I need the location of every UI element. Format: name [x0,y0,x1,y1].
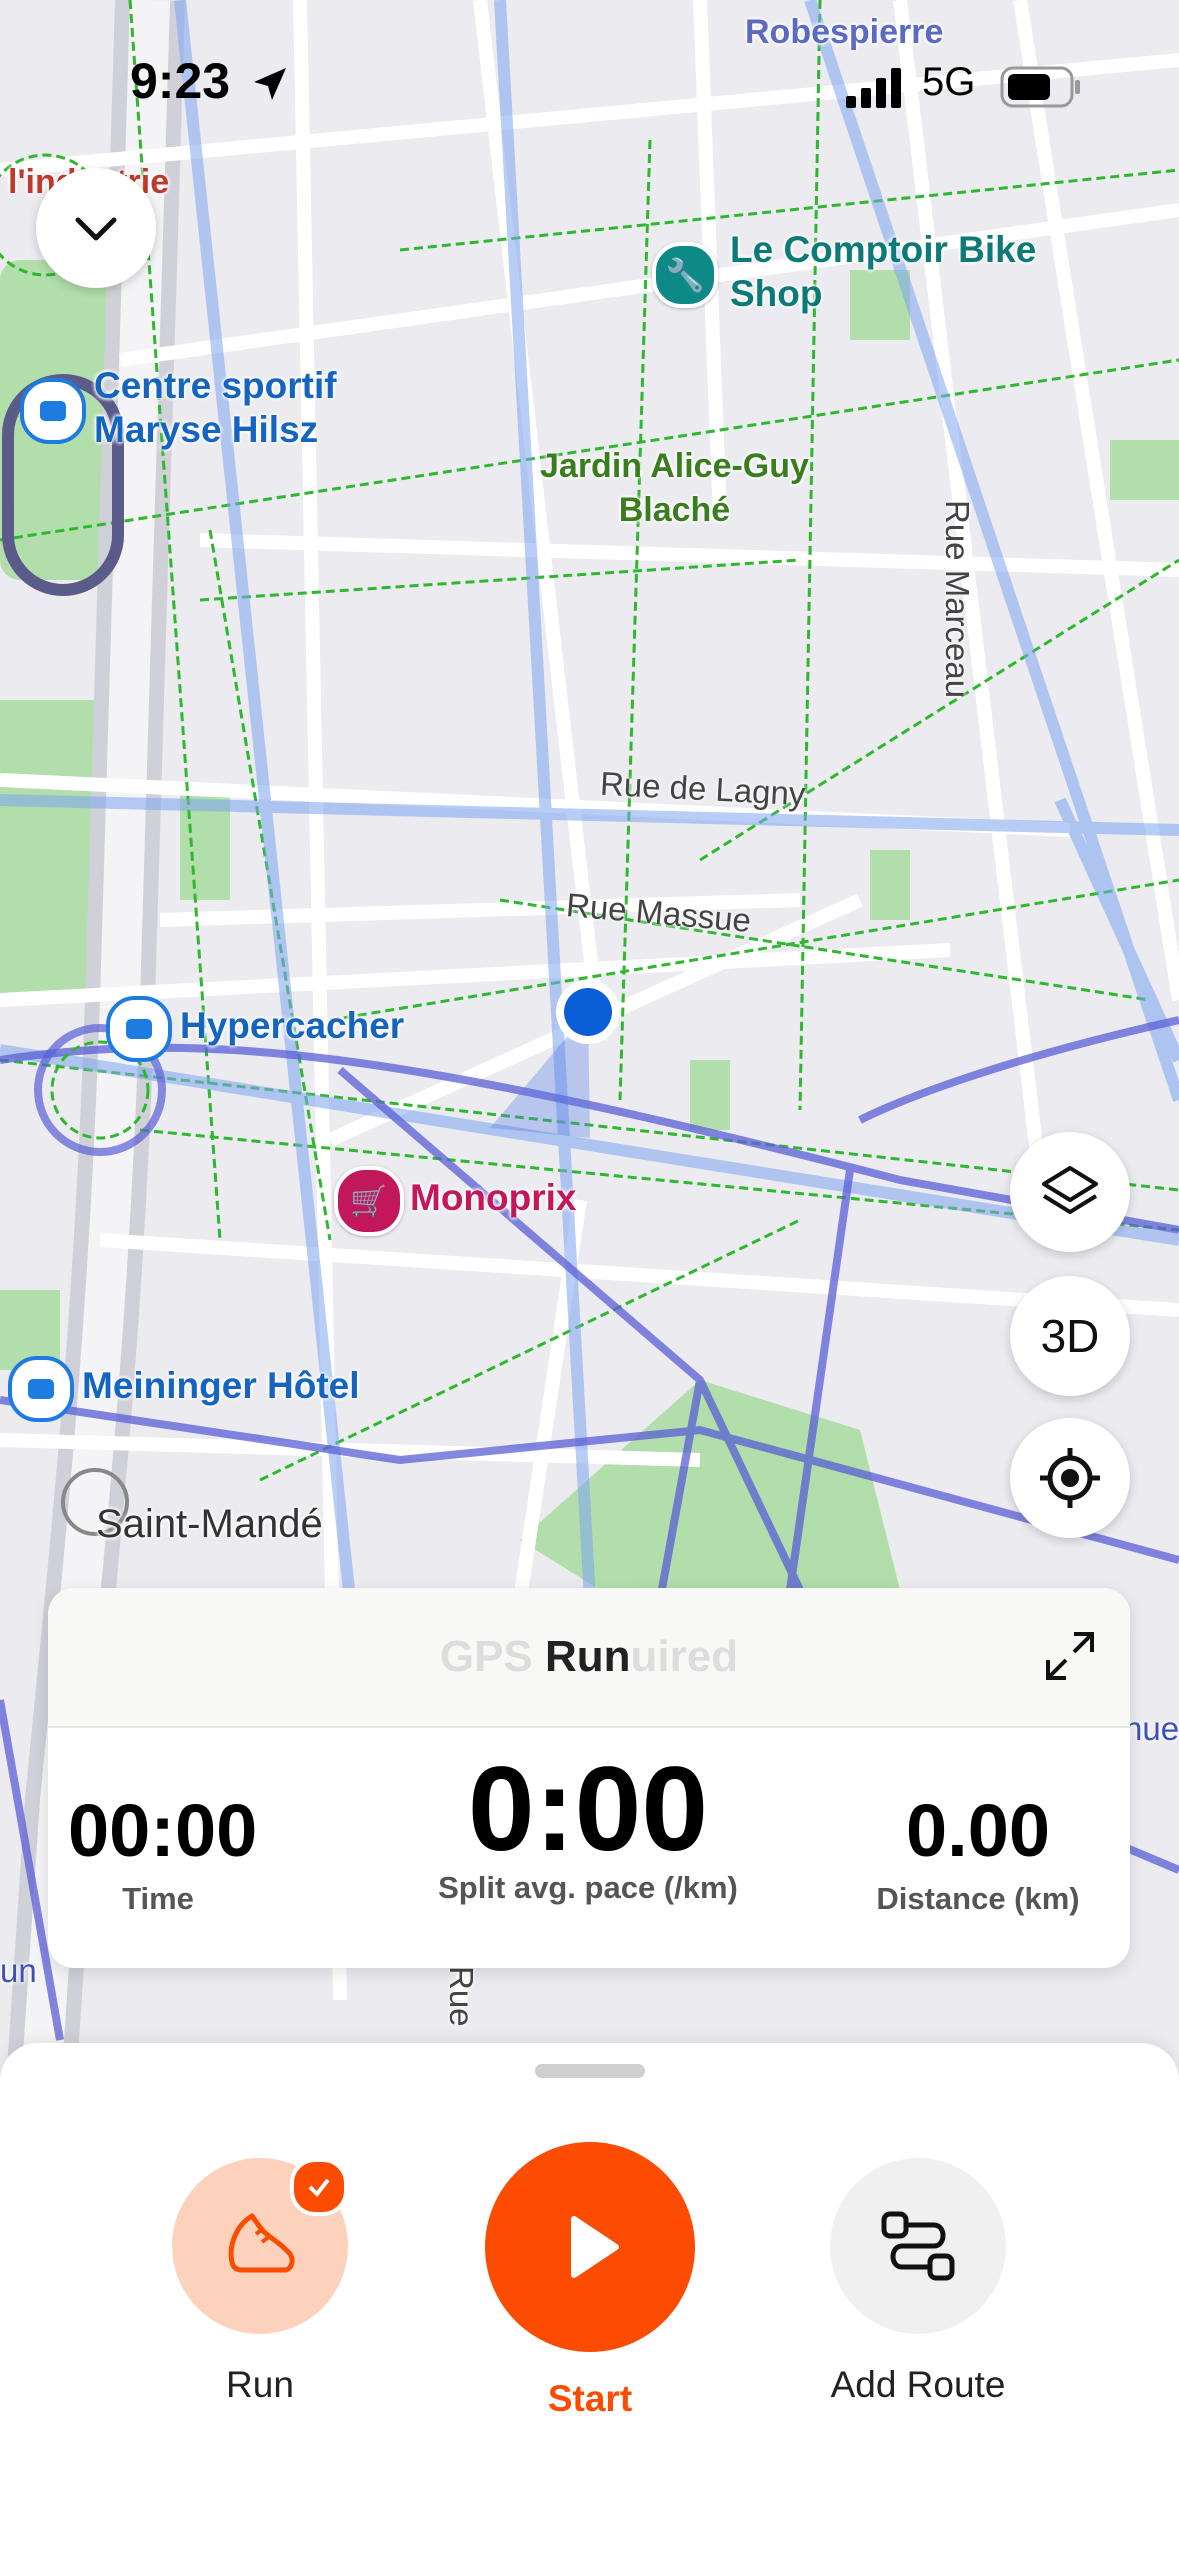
status-time: 9:23 [130,53,231,109]
poi-marker-hotel[interactable] [8,1356,74,1422]
poi-label-metro[interactable]: Saint-Mandé [96,1502,323,1546]
3d-label: 3D [1040,1310,1100,1362]
poi-label-hotel[interactable]: Meininger Hôtel [82,1364,360,1408]
network-type: 5G [922,60,976,104]
metric-time: 00:00 Time [68,1789,258,1916]
selected-check-badge [290,2158,348,2216]
3d-toggle-button[interactable]: 3D [1010,1276,1130,1396]
camera-icon [126,1019,152,1039]
camera-icon [40,401,66,421]
expand-icon [1046,1632,1094,1680]
metric-pace: 0:00 Split avg. pace (/km) [438,1742,738,1905]
sheet-grab-handle[interactable] [535,2064,645,2078]
signal-icon [846,68,901,108]
battery-icon [1000,66,1080,108]
card-title: GPS Runuired [439,1632,739,1681]
route-icon [881,2211,955,2281]
add-route-button[interactable] [830,2158,1006,2334]
activity-stats-card: GPS Runuired 00:00 Time 0:00 Split avg. … [48,1588,1130,1968]
running-shoe-icon [228,2213,295,2273]
wrench-icon: 🔧 [665,257,705,293]
crosshair-icon [1040,1448,1100,1508]
poi-marker-monoprix[interactable]: 🛒 [334,1166,404,1236]
street-label-partial-rue: Rue [443,1966,480,2027]
checkmark-icon [308,2178,330,2198]
poi-marker-sport-centre[interactable] [20,378,86,444]
start-button[interactable] [485,2142,695,2352]
poi-label-monoprix[interactable]: Monoprix [410,1176,576,1220]
poi-label-sport-centre[interactable]: Centre sportif Maryse Hilsz [94,364,337,452]
add-route-label: Add Route [830,2364,1006,2405]
map-layers-button[interactable] [1010,1132,1130,1252]
layers-icon [1042,1166,1098,1214]
poi-label-hypercacher[interactable]: Hypercacher [180,1004,404,1048]
camera-icon [28,1379,54,1399]
expand-button[interactable] [1040,1626,1100,1686]
street-label-marceau: Rue Marceau [939,500,976,699]
poi-marker-hypercacher[interactable] [106,996,172,1062]
sport-type-button[interactable] [172,2158,348,2334]
location-arrow-icon [254,68,286,100]
sport-type-label: Run [226,2364,294,2405]
street-label-partial-right: nue [1124,1710,1179,1747]
status-bar: 9:23 5G [0,0,1179,170]
street-label-partial-left: un [0,1952,37,1989]
metric-distance: 0.00 Distance (km) [876,1789,1080,1916]
chevron-down-icon [75,217,117,241]
card-header: GPS Runuired [48,1588,1130,1728]
poi-label-bike-shop[interactable]: Le Comptoir Bike Shop [730,228,1036,316]
poi-marker-bike-shop[interactable]: 🔧 [652,242,718,308]
start-label: Start [547,2378,633,2419]
cart-icon: 🛒 [350,1184,388,1218]
play-icon [571,2216,619,2278]
poi-label-park[interactable]: Jardin Alice-Guy Blaché [540,444,809,532]
recenter-location-button[interactable] [1010,1418,1130,1538]
collapse-map-button[interactable] [36,168,156,288]
